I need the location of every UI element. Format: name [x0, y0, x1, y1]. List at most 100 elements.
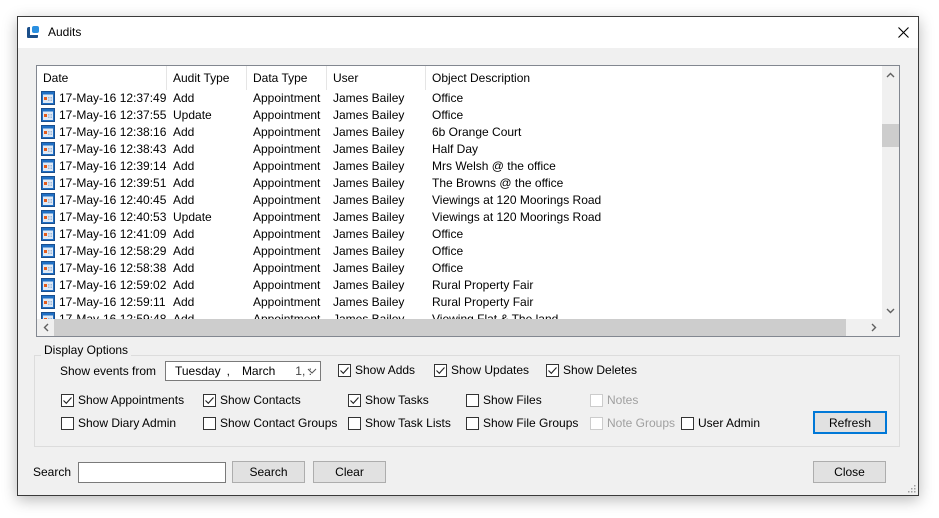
show-tasks-label: Show Tasks: [365, 393, 429, 407]
appointment-calendar-icon: [41, 295, 55, 309]
show-adds-label: Show Adds: [355, 363, 416, 377]
search-label: Search: [33, 465, 72, 479]
appointment-calendar-icon: [41, 210, 55, 224]
scroll-down-button[interactable]: [882, 302, 899, 319]
refresh-button[interactable]: Refresh: [813, 411, 887, 434]
checkbox-box[interactable]: [590, 416, 603, 430]
show-files-checkbox[interactable]: Show Files: [466, 393, 542, 407]
column-header-user[interactable]: User: [327, 66, 426, 90]
audit-list[interactable]: Date Audit Type Data Type User Object De…: [36, 65, 900, 337]
cell-data-type: Appointment: [253, 227, 321, 241]
checkbox-box[interactable]: [61, 393, 74, 407]
show-appointments-checkbox[interactable]: Show Appointments: [61, 393, 184, 407]
vertical-scrollbar[interactable]: [882, 66, 899, 319]
cell-object-description: Rural Property Fair: [432, 278, 534, 292]
scroll-up-button[interactable]: [882, 66, 899, 83]
checkbox-box[interactable]: [466, 416, 479, 430]
show-contacts-checkbox[interactable]: Show Contacts: [203, 393, 301, 407]
cell-user: James Bailey: [333, 125, 405, 139]
clear-button[interactable]: Clear: [313, 461, 386, 483]
show-file-groups-checkbox[interactable]: Show File Groups: [466, 416, 578, 430]
checkbox-box[interactable]: [546, 363, 559, 377]
horizontal-scroll-thumb[interactable]: [54, 319, 846, 336]
checkbox-box[interactable]: [590, 393, 603, 407]
audit-row[interactable]: 17-May-16 12:39:51 Add Appointment James Ba…: [37, 175, 882, 192]
checkbox-box[interactable]: [348, 416, 361, 430]
show-deletes-checkbox[interactable]: Show Deletes: [546, 363, 637, 377]
audit-row[interactable]: 17-May-16 12:39:14 Add Appointment James Ba…: [37, 158, 882, 175]
resize-grip-icon[interactable]: [906, 483, 916, 493]
show-contact-groups-label: Show Contact Groups: [220, 416, 338, 430]
search-input[interactable]: [78, 462, 226, 483]
cell-user: James Bailey: [333, 278, 405, 292]
column-header-audit-type[interactable]: Audit Type: [167, 66, 247, 90]
scroll-left-button[interactable]: [37, 319, 54, 336]
audit-row[interactable]: 17-May-16 12:37:49 Add Appointment James Ba…: [37, 90, 882, 107]
audit-row[interactable]: 17-May-16 12:58:29 Add Appointment James Ba…: [37, 243, 882, 260]
window-title: Audits: [48, 25, 82, 39]
audit-row[interactable]: 17-May-16 12:41:09 Add Appointment James Ba…: [37, 226, 882, 243]
show-diary-admin-checkbox[interactable]: Show Diary Admin: [61, 416, 176, 430]
show-task-lists-checkbox[interactable]: Show Task Lists: [348, 416, 451, 430]
column-header-object-description[interactable]: Object Description: [426, 66, 882, 90]
date-weekday[interactable]: Tuesday: [175, 364, 221, 378]
appointment-calendar-icon: [41, 278, 55, 292]
close-button[interactable]: Close: [813, 461, 886, 483]
audit-row[interactable]: 17-May-16 12:40:45 Add Appointment James Ba…: [37, 192, 882, 209]
cell-audit-type: Add: [173, 261, 195, 275]
appointment-calendar-icon: [41, 193, 55, 207]
date-month[interactable]: March: [242, 364, 275, 378]
column-header-date[interactable]: Date: [37, 66, 167, 90]
cell-audit-type: Add: [173, 295, 195, 309]
audit-row[interactable]: 17-May-16 12:38:16 Add Appointment James Ba…: [37, 124, 882, 141]
cell-data-type: Appointment: [253, 108, 321, 122]
checkbox-box[interactable]: [466, 393, 479, 407]
cell-date: 17-May-16 12:37:49: [59, 91, 167, 105]
audit-row[interactable]: 17-May-16 12:37:55 Update Appointment James…: [37, 107, 882, 124]
audit-row[interactable]: 17-May-16 12:59:48 Add Appointment James Ba…: [37, 311, 882, 319]
checkbox-box[interactable]: [681, 416, 694, 430]
show-diary-admin-label: Show Diary Admin: [78, 416, 177, 430]
show-tasks-checkbox[interactable]: Show Tasks: [348, 393, 429, 407]
audit-row[interactable]: 17-May-16 12:40:53 Update Appointment James…: [37, 209, 882, 226]
appointment-calendar-icon: [41, 244, 55, 258]
cell-audit-type: Update: [173, 108, 212, 122]
checkmark-icon: [350, 396, 359, 404]
checkbox-box[interactable]: [203, 393, 216, 407]
show-task-lists-label: Show Task Lists: [365, 416, 451, 430]
close-window-button[interactable]: [888, 17, 918, 48]
show-adds-checkbox[interactable]: Show Adds: [338, 363, 415, 377]
audit-row[interactable]: 17-May-16 12:38:43 Add Appointment James Ba…: [37, 141, 882, 158]
cell-date: 17-May-16 12:59:02: [59, 278, 167, 292]
note-groups-checkbox[interactable]: Note Groups: [590, 416, 675, 430]
audit-row[interactable]: 17-May-16 12:59:11 Add Appointment James Ba…: [37, 294, 882, 311]
scroll-right-button[interactable]: [865, 319, 882, 336]
cell-user: James Bailey: [333, 244, 405, 258]
cell-data-type: Appointment: [253, 295, 321, 309]
cell-user: James Bailey: [333, 295, 405, 309]
audit-row[interactable]: 17-May-16 12:58:38 Add Appointment James Ba…: [37, 260, 882, 277]
dropdown-chevron-icon[interactable]: [307, 365, 317, 377]
date-separator: ,: [226, 364, 230, 378]
checkbox-box[interactable]: [203, 416, 216, 430]
notes-checkbox[interactable]: Notes: [590, 393, 638, 407]
checkbox-box[interactable]: [338, 363, 351, 377]
events-from-date-picker[interactable]: Tuesday , March 1, :: [165, 361, 321, 381]
chevron-down-icon: [886, 308, 895, 313]
checkbox-box[interactable]: [434, 363, 447, 377]
audit-row[interactable]: 17-May-16 12:59:02 Add Appointment James Ba…: [37, 277, 882, 294]
user-admin-checkbox[interactable]: User Admin: [681, 416, 760, 430]
cell-data-type: Appointment: [253, 278, 321, 292]
show-contact-groups-checkbox[interactable]: Show Contact Groups: [203, 416, 337, 430]
horizontal-scrollbar[interactable]: [37, 319, 882, 336]
cell-user: James Bailey: [333, 176, 405, 190]
checkbox-box[interactable]: [348, 393, 361, 407]
checkbox-box[interactable]: [61, 416, 74, 430]
show-updates-checkbox[interactable]: Show Updates: [434, 363, 529, 377]
column-header-data-type[interactable]: Data Type: [247, 66, 327, 90]
cell-audit-type: Add: [173, 125, 195, 139]
cell-object-description: Mrs Welsh @ the office: [432, 159, 556, 173]
vertical-scroll-thumb[interactable]: [882, 124, 899, 147]
cell-data-type: Appointment: [253, 312, 321, 319]
search-button[interactable]: Search: [232, 461, 305, 483]
